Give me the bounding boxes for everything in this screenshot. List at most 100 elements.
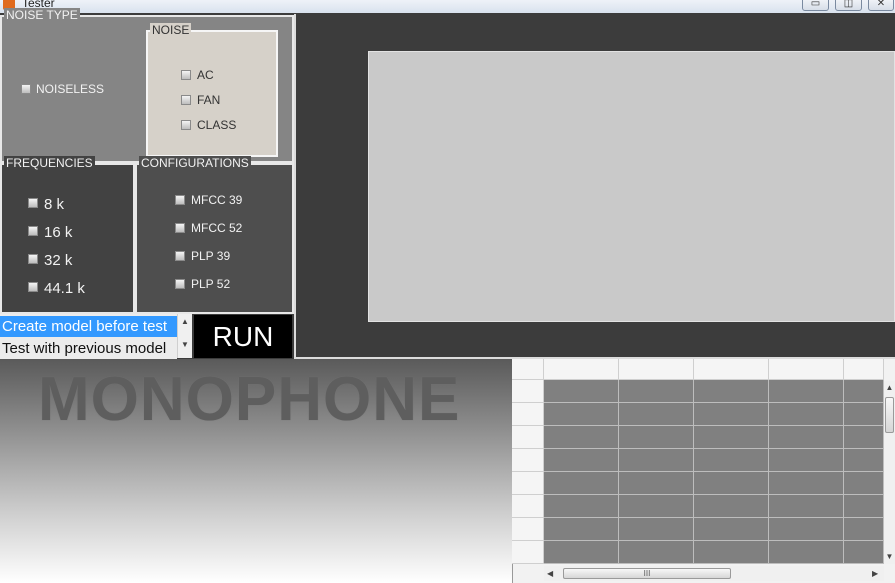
table-header-cell[interactable] <box>769 359 844 380</box>
table-cell[interactable] <box>769 518 844 541</box>
table-cell[interactable] <box>619 541 694 564</box>
freq-8k-label: 8 k <box>44 196 65 213</box>
freq-32k-label: 32 k <box>44 252 73 269</box>
table-cell[interactable] <box>694 380 769 403</box>
table-cell[interactable] <box>694 426 769 449</box>
table-cell[interactable] <box>694 403 769 426</box>
table-cell[interactable] <box>619 472 694 495</box>
plot-axes <box>368 51 895 322</box>
table-cell[interactable] <box>844 403 884 426</box>
table-cell[interactable] <box>619 495 694 518</box>
table-cell[interactable] <box>769 403 844 426</box>
table-header-cell[interactable] <box>619 359 694 380</box>
table-cell[interactable] <box>619 403 694 426</box>
listbox-scrollbar[interactable]: ▲ ▼ <box>177 314 192 358</box>
freq-32k-checkbox[interactable] <box>28 254 38 264</box>
plp39-checkbox[interactable] <box>175 251 185 261</box>
ac-label: AC <box>197 68 214 82</box>
table-cell[interactable] <box>844 495 884 518</box>
scroll-right-icon[interactable]: ▶ <box>872 569 878 578</box>
frequencies-title: FREQUENCIES <box>4 156 95 170</box>
table-header-cell[interactable] <box>844 359 884 380</box>
list-item[interactable]: Test with previous model <box>0 338 177 359</box>
table-cell[interactable] <box>544 426 619 449</box>
table-row-header[interactable] <box>512 495 544 518</box>
table-row-header[interactable] <box>512 518 544 541</box>
title-bar: Tester ▭ ◫ ✕ <box>0 0 895 13</box>
table-cell[interactable] <box>844 518 884 541</box>
table-cell[interactable] <box>769 472 844 495</box>
freq-44k-label: 44.1 k <box>44 280 85 297</box>
ac-checkbox[interactable] <box>181 70 191 80</box>
table-vertical-scrollbar[interactable]: ▲ ▼ <box>884 381 895 564</box>
table-header-cell[interactable] <box>544 359 619 380</box>
run-button[interactable]: RUN <box>194 315 292 358</box>
scroll-up-icon[interactable]: ▲ <box>884 383 895 392</box>
mfcc52-checkbox[interactable] <box>175 223 185 233</box>
plp52-checkbox[interactable] <box>175 279 185 289</box>
table-cell[interactable] <box>619 449 694 472</box>
close-button[interactable]: ✕ <box>868 0 894 11</box>
class-checkbox[interactable] <box>181 120 191 130</box>
scroll-up-icon[interactable]: ▲ <box>178 317 192 326</box>
table-cell[interactable] <box>544 541 619 564</box>
scroll-down-icon[interactable]: ▼ <box>884 552 895 561</box>
mfcc52-label: MFCC 52 <box>191 221 243 235</box>
table-cell[interactable] <box>694 449 769 472</box>
table-cell[interactable] <box>619 426 694 449</box>
table-horizontal-scrollbar[interactable]: ◀ III ▶ <box>544 566 884 581</box>
model-mode-listbox[interactable]: Create model before test Test with previ… <box>0 314 192 359</box>
table-cell[interactable] <box>844 449 884 472</box>
mfcc39-checkbox[interactable] <box>175 195 185 205</box>
table-cell[interactable] <box>544 472 619 495</box>
vertical-scroll-thumb[interactable] <box>885 397 894 433</box>
table-cell[interactable] <box>544 495 619 518</box>
freq-16k-label: 16 k <box>44 224 73 241</box>
mfcc39-label: MFCC 39 <box>191 193 243 207</box>
table-cell[interactable] <box>694 495 769 518</box>
table-row-header[interactable] <box>512 472 544 495</box>
maximize-button[interactable]: ◫ <box>835 0 862 11</box>
table-cell[interactable] <box>544 518 619 541</box>
table-cell[interactable] <box>844 472 884 495</box>
banner-text: MONOPHONE <box>38 365 461 434</box>
freq-44k-checkbox[interactable] <box>28 282 38 292</box>
table-cell[interactable] <box>844 541 884 564</box>
horizontal-scroll-thumb[interactable]: III <box>563 568 731 579</box>
table-cell[interactable] <box>619 518 694 541</box>
table-cell[interactable] <box>769 541 844 564</box>
table-row-header[interactable] <box>512 449 544 472</box>
table-cell[interactable] <box>769 449 844 472</box>
freq-16k-checkbox[interactable] <box>28 226 38 236</box>
table-cell[interactable] <box>544 380 619 403</box>
configurations-title: CONFIGURATIONS <box>139 156 251 170</box>
table-cell[interactable] <box>544 449 619 472</box>
table-header-cell[interactable] <box>694 359 769 380</box>
noise-title: NOISE <box>150 23 192 37</box>
table-cell[interactable] <box>544 403 619 426</box>
table-row-header[interactable] <box>512 426 544 449</box>
minimize-button[interactable]: ▭ <box>802 0 829 11</box>
table-row-header[interactable] <box>512 403 544 426</box>
table-cell[interactable] <box>694 472 769 495</box>
table-cell[interactable] <box>844 380 884 403</box>
table-row-header[interactable] <box>512 380 544 403</box>
table-cell[interactable] <box>769 380 844 403</box>
table-row-header[interactable] <box>512 541 544 564</box>
table-cell[interactable] <box>694 541 769 564</box>
table-header-cell[interactable] <box>512 359 544 380</box>
noiseless-checkbox[interactable] <box>21 84 31 94</box>
table-cell[interactable] <box>844 426 884 449</box>
scroll-down-icon[interactable]: ▼ <box>178 340 192 349</box>
fan-checkbox[interactable] <box>181 95 191 105</box>
table-cell[interactable] <box>619 380 694 403</box>
freq-8k-checkbox[interactable] <box>28 198 38 208</box>
list-item[interactable]: Create model before test <box>0 316 177 337</box>
table-grid <box>512 359 895 566</box>
table-cell[interactable] <box>769 426 844 449</box>
scroll-left-icon[interactable]: ◀ <box>547 569 553 578</box>
class-label: CLASS <box>197 118 237 132</box>
table-cell[interactable] <box>694 518 769 541</box>
noise-type-title: NOISE TYPE <box>4 8 80 22</box>
table-cell[interactable] <box>769 495 844 518</box>
